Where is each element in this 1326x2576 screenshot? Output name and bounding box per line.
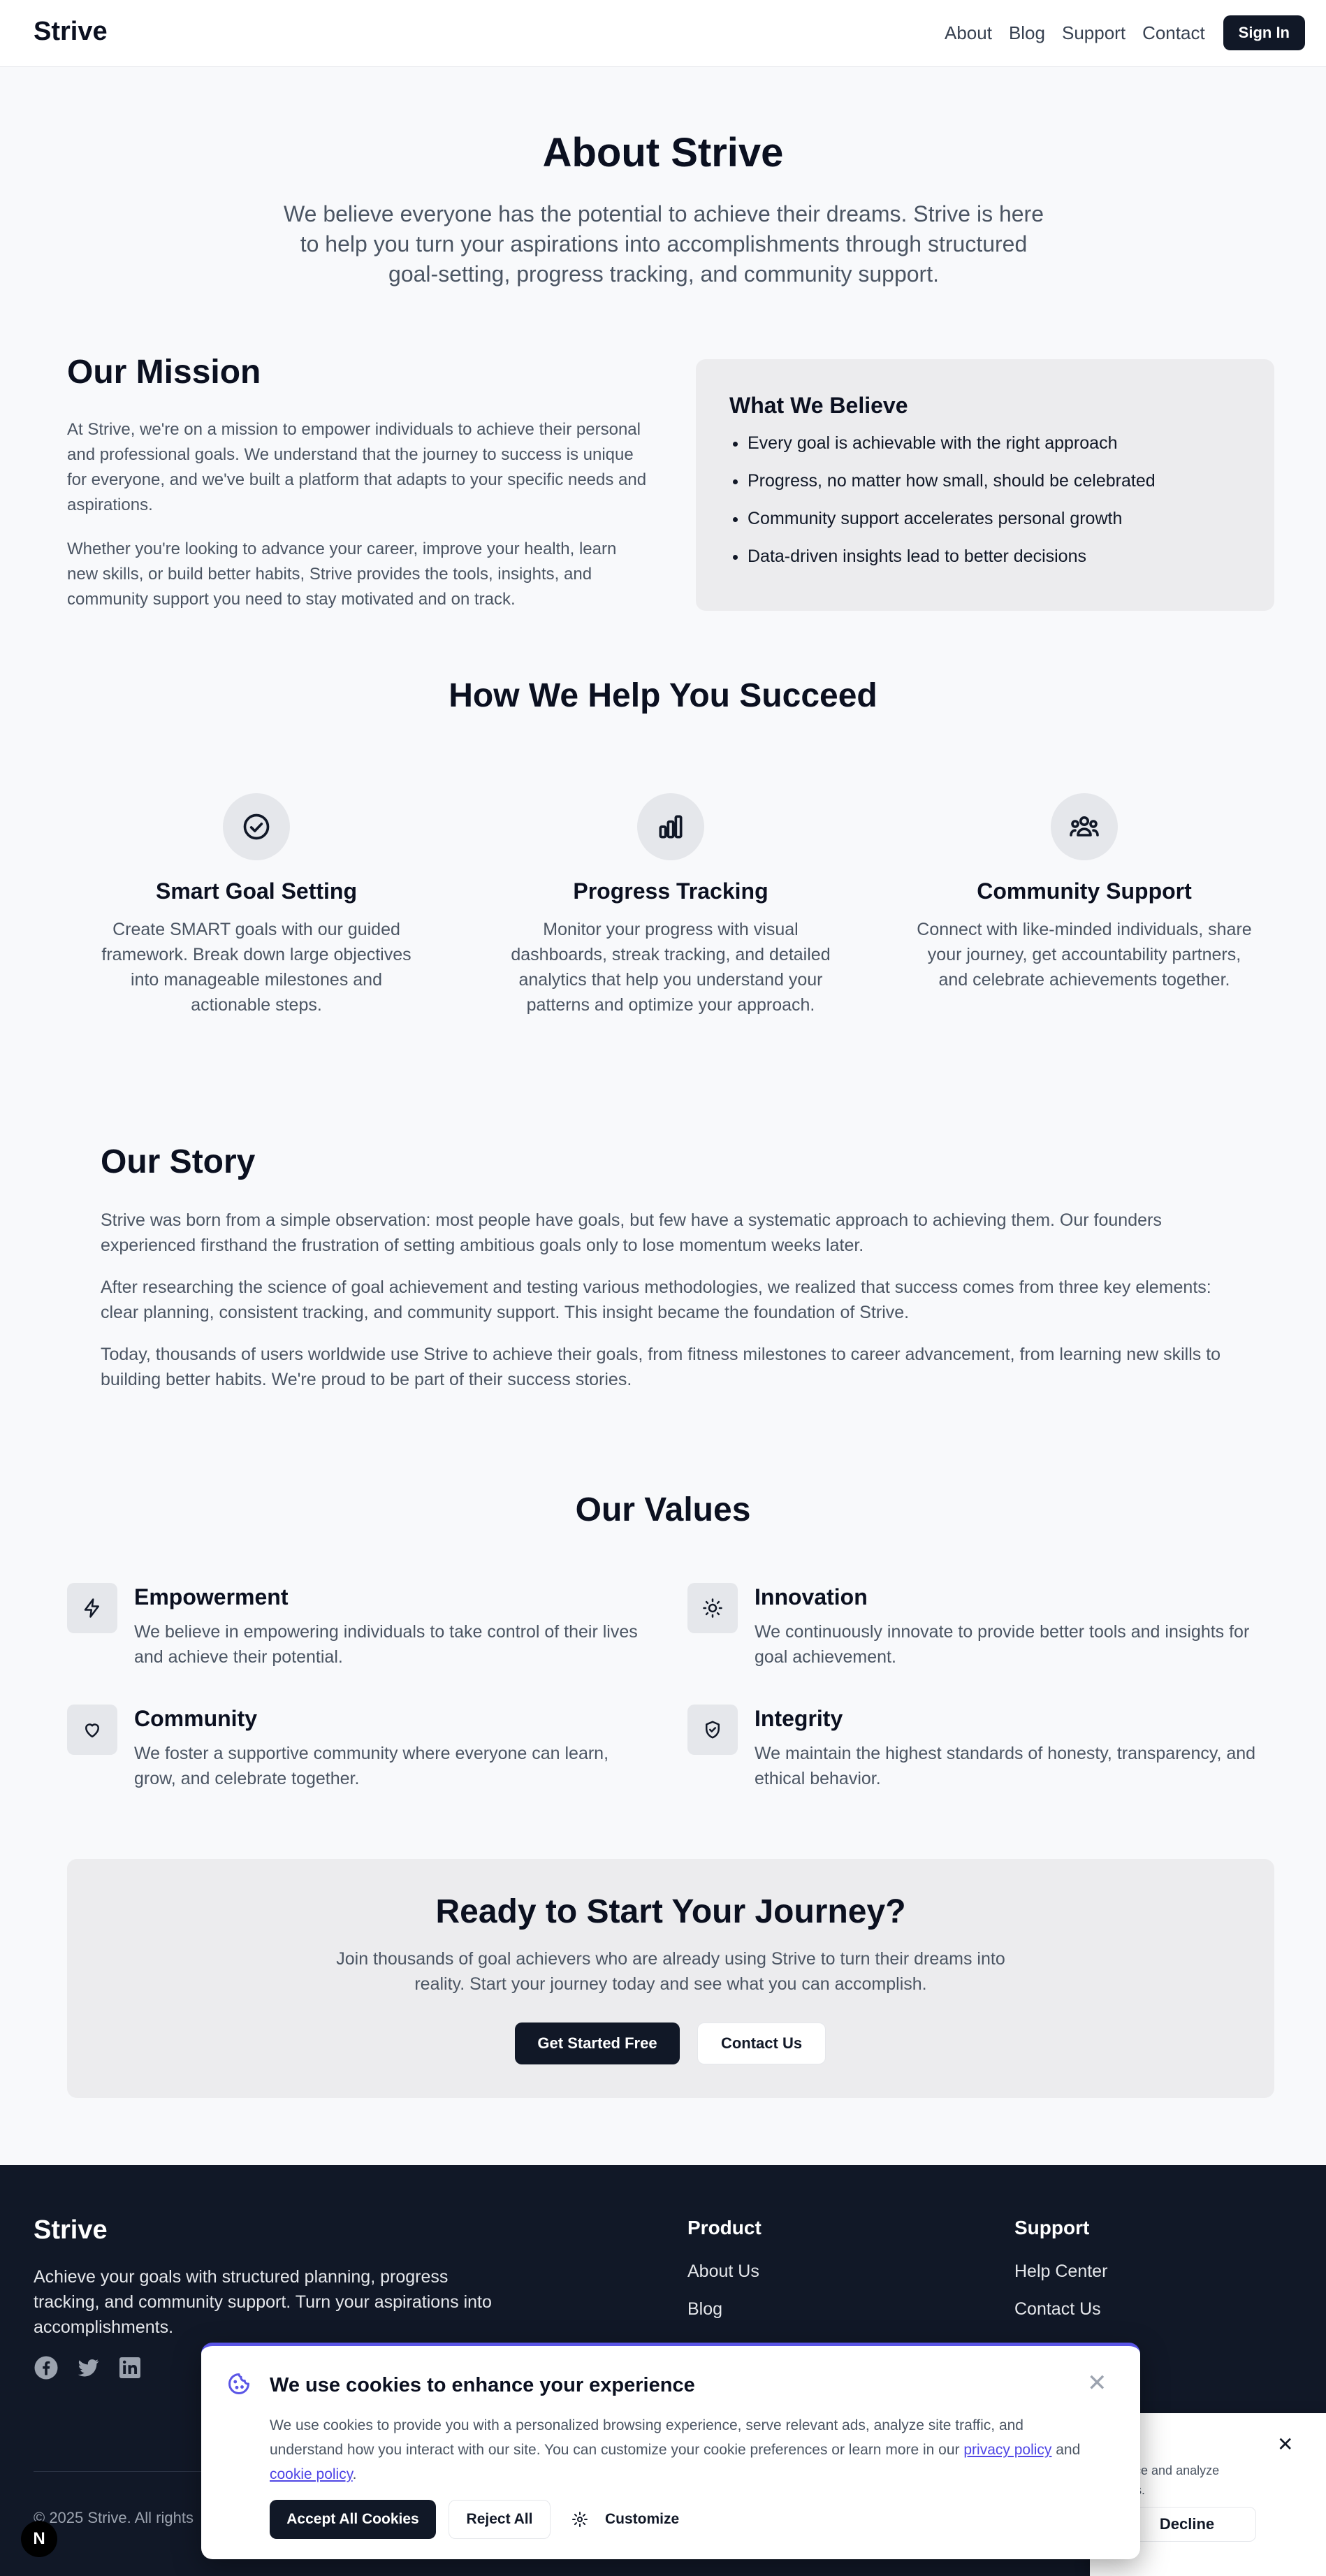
nav-support[interactable]: Support — [1062, 22, 1125, 44]
social-links — [34, 2355, 143, 2380]
sign-in-button[interactable]: Sign In — [1223, 15, 1305, 50]
get-started-button[interactable]: Get Started Free — [515, 2023, 680, 2064]
feature-progress-tracking: Progress Tracking Monitor your progress … — [503, 793, 838, 1018]
mission-title: Our Mission — [67, 354, 261, 391]
believe-item: Data-driven insights lead to better deci… — [748, 547, 1241, 566]
value-description: We continuously innovate to provide bett… — [755, 1622, 1250, 1667]
cta-description: Join thousands of goal achievers who are… — [336, 1949, 1005, 1994]
footer-support-title: Support — [1014, 2217, 1090, 2238]
lightbulb-icon — [687, 1583, 738, 1633]
nav-about[interactable]: About — [945, 22, 992, 44]
footer-product-title: Product — [687, 2217, 762, 2238]
accept-all-cookies-button[interactable]: Accept All Cookies — [270, 2500, 436, 2539]
believe-title: What We Believe — [729, 393, 908, 418]
cookie-title: We use cookies to enhance your experienc… — [270, 2374, 695, 2396]
secondary-cookie-text: ience and analyze o us. — [1118, 2463, 1220, 2497]
site-header: Strive About Blog Support Contact Sign I… — [0, 0, 1326, 67]
check-circle-icon — [223, 793, 290, 860]
cookie-text-and: and — [1051, 2442, 1081, 2458]
heart-icon — [67, 1705, 117, 1755]
footer-link-blog[interactable]: Blog — [687, 2299, 722, 2320]
believe-list: Every goal is achievable with the right … — [729, 434, 1241, 566]
value-description: We foster a supportive community where e… — [134, 1744, 609, 1788]
value-description: We believe in empowering individuals to … — [134, 1622, 638, 1667]
cookie-banner: We use cookies to enhance your experienc… — [201, 2343, 1140, 2559]
value-description: We maintain the highest standards of hon… — [755, 1744, 1256, 1788]
feature-description: Connect with like-minded individuals, sh… — [917, 920, 1252, 990]
story-title: Our Story — [101, 1143, 256, 1180]
feature-description: Monitor your progress with visual dashbo… — [511, 920, 831, 1015]
customize-button[interactable]: Customize — [571, 2500, 679, 2539]
mission-paragraph-1: At Strive, we're on a mission to empower… — [67, 420, 647, 514]
value-title: Integrity — [755, 1706, 843, 1731]
brand-logo[interactable]: Strive — [34, 17, 108, 47]
cookie-icon — [226, 2371, 252, 2400]
cookie-text-period: . — [352, 2466, 357, 2482]
value-title: Innovation — [755, 1584, 868, 1609]
footer-link-help-center[interactable]: Help Center — [1014, 2262, 1107, 2282]
feature-smart-goal: Smart Goal Setting Create SMART goals wi… — [89, 793, 424, 1018]
value-title: Community — [134, 1706, 257, 1731]
nav-blog[interactable]: Blog — [1009, 22, 1045, 44]
main-nav: About Blog Support Contact Sign In — [945, 15, 1305, 50]
facebook-icon[interactable] — [34, 2355, 59, 2380]
privacy-policy-link[interactable]: privacy policy — [963, 2442, 1051, 2458]
cta-card: Ready to Start Your Journey? Join thousa… — [67, 1859, 1274, 2098]
bar-chart-icon — [637, 793, 704, 860]
value-title: Empowerment — [134, 1584, 289, 1609]
lightning-icon — [67, 1583, 117, 1633]
believe-item: Every goal is achievable with the right … — [748, 434, 1241, 453]
feature-title: Progress Tracking — [573, 878, 768, 904]
story-paragraph-3: Today, thousands of users worldwide use … — [101, 1345, 1221, 1389]
story-paragraph-2: After researching the science of goal ac… — [101, 1278, 1211, 1322]
feature-community-support: Community Support Connect with like-mind… — [917, 793, 1252, 992]
cookie-text: We use cookies to provide you with a per… — [270, 2417, 1023, 2458]
reject-all-button[interactable]: Reject All — [449, 2500, 551, 2539]
nav-contact[interactable]: Contact — [1142, 22, 1205, 44]
copyright: © 2025 Strive. All rights — [34, 2509, 194, 2526]
footer-link-contact-us[interactable]: Contact Us — [1014, 2299, 1101, 2320]
values-title: Our Values — [575, 1491, 751, 1528]
contact-us-button[interactable]: Contact Us — [697, 2023, 826, 2064]
dev-badge[interactable]: N — [21, 2521, 57, 2557]
feature-title: Community Support — [977, 878, 1192, 904]
feature-description: Create SMART goals with our guided frame… — [101, 920, 411, 1015]
shield-check-icon — [687, 1705, 738, 1755]
users-icon — [1051, 793, 1118, 860]
story-paragraph-1: Strive was born from a simple observatio… — [101, 1210, 1162, 1255]
customize-label: Customize — [605, 2511, 680, 2527]
close-icon[interactable]: ✕ — [1277, 2433, 1293, 2456]
cta-title: Ready to Start Your Journey? — [435, 1893, 906, 1930]
cookie-policy-link[interactable]: cookie policy — [270, 2466, 353, 2482]
cookie-description: We use cookies to provide you with a per… — [270, 2413, 1094, 2487]
hero-description: We believe everyone has the potential to… — [284, 201, 1044, 287]
page-title: About Strive — [542, 130, 784, 175]
believe-item: Community support accelerates personal g… — [748, 509, 1241, 528]
help-section-title: How We Help You Succeed — [449, 677, 877, 714]
footer-tagline: Achieve your goals with structured plann… — [34, 2267, 492, 2337]
gear-icon — [572, 2512, 588, 2527]
linkedin-icon[interactable] — [117, 2355, 143, 2380]
twitter-icon[interactable] — [75, 2355, 101, 2380]
believe-card: What We Believe Every goal is achievable… — [696, 359, 1274, 611]
believe-item: Progress, no matter how small, should be… — [748, 472, 1241, 491]
footer-brand[interactable]: Strive — [34, 2215, 108, 2245]
feature-title: Smart Goal Setting — [155, 878, 358, 904]
mission-paragraph-2: Whether you're looking to advance your c… — [67, 540, 617, 609]
footer-link-about-us[interactable]: About Us — [687, 2262, 759, 2282]
close-icon[interactable]: ✕ — [1087, 2371, 1107, 2395]
